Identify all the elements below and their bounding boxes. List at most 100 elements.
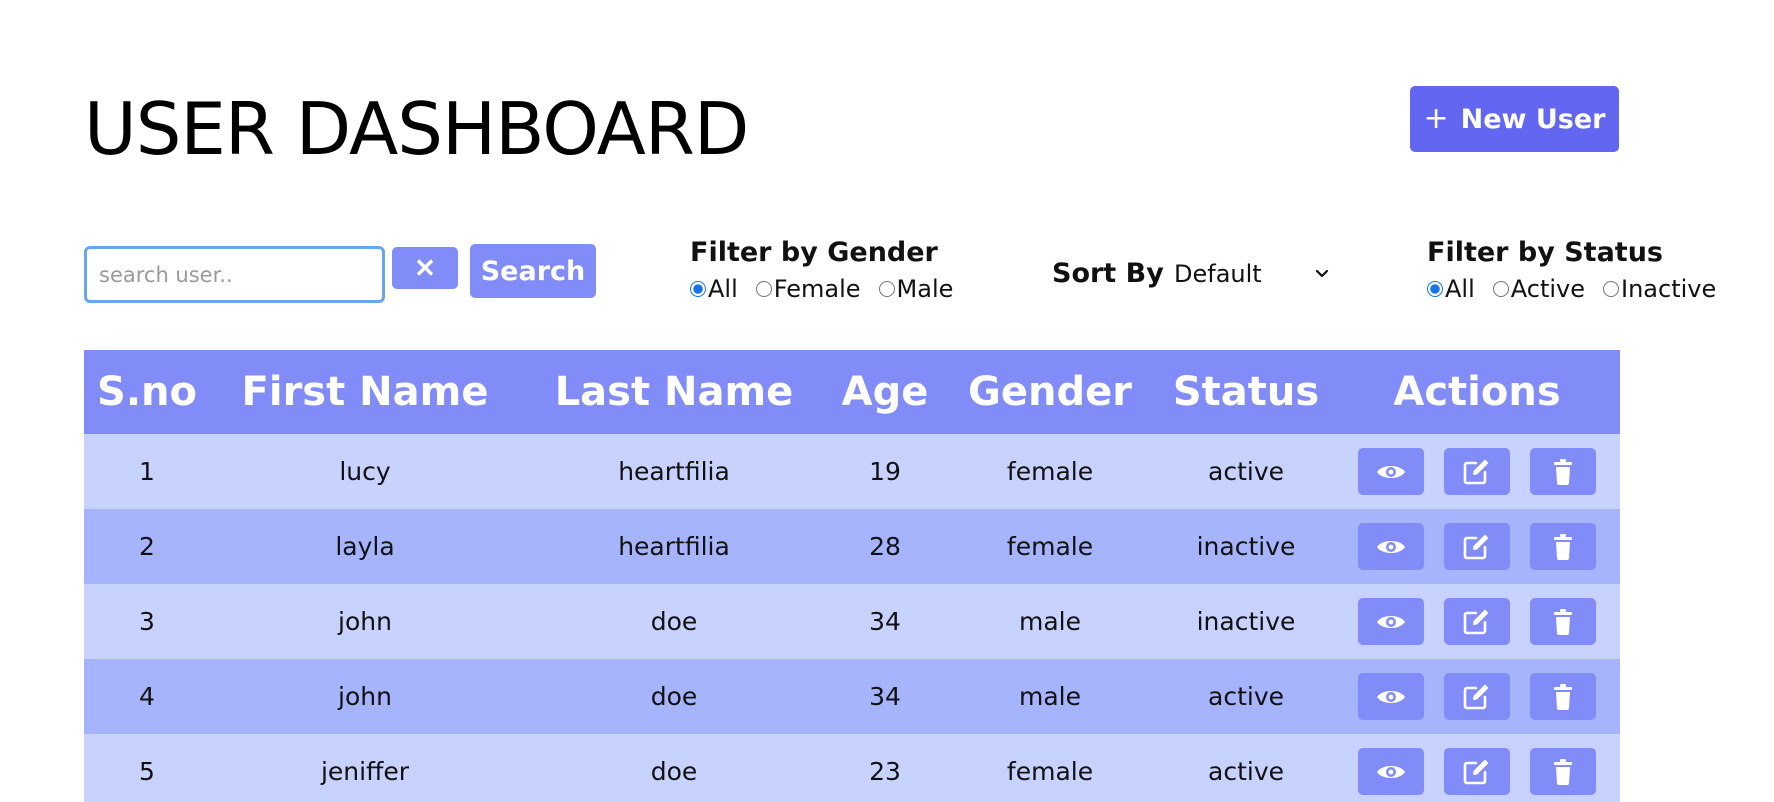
column-header-actions: Actions bbox=[1334, 350, 1620, 434]
view-button[interactable] bbox=[1358, 673, 1424, 720]
cell-gender: male bbox=[942, 659, 1158, 734]
view-button[interactable] bbox=[1358, 448, 1424, 495]
delete-button[interactable] bbox=[1530, 598, 1596, 645]
row-actions bbox=[1334, 434, 1620, 509]
edit-button[interactable] bbox=[1444, 448, 1510, 495]
gender-radio-all[interactable] bbox=[690, 281, 706, 297]
eye-icon bbox=[1377, 615, 1405, 628]
trash-icon bbox=[1554, 758, 1572, 785]
cell-age: 34 bbox=[828, 584, 942, 659]
edit-button[interactable] bbox=[1444, 673, 1510, 720]
sort-by-label: Sort By bbox=[1052, 258, 1164, 289]
edit-icon bbox=[1463, 459, 1489, 484]
eye-icon bbox=[1377, 765, 1405, 778]
delete-button[interactable] bbox=[1530, 523, 1596, 570]
column-header-gender: Gender bbox=[942, 350, 1158, 434]
edit-icon bbox=[1463, 684, 1489, 709]
status-radio-inactive[interactable] bbox=[1603, 281, 1620, 297]
cell-status: active bbox=[1158, 659, 1334, 734]
cell-last-name: heartfilia bbox=[520, 434, 828, 509]
status-filter: Filter by Status All Active Inactive bbox=[1427, 236, 1734, 304]
cell-first-name: john bbox=[210, 584, 520, 659]
delete-button[interactable] bbox=[1530, 673, 1596, 720]
status-radio-group: All Active Inactive bbox=[1427, 274, 1734, 304]
gender-radio-male[interactable] bbox=[878, 281, 895, 297]
gender-radio-group: All Female Male bbox=[690, 274, 971, 304]
eye-icon bbox=[1377, 465, 1405, 478]
cell-sno: 2 bbox=[84, 509, 210, 584]
cell-age: 34 bbox=[828, 659, 942, 734]
gender-filter: Filter by Gender All Female Male bbox=[690, 236, 971, 304]
gender-option-male[interactable]: Male bbox=[878, 274, 954, 304]
eye-icon bbox=[1377, 690, 1405, 703]
table-row: 2 layla heartfilia 28 female inactive bbox=[84, 509, 1620, 584]
column-header-last-name: Last Name bbox=[520, 350, 828, 434]
cell-age: 19 bbox=[828, 434, 942, 509]
delete-button[interactable] bbox=[1530, 748, 1596, 795]
gender-option-female[interactable]: Female bbox=[755, 274, 861, 304]
cell-actions bbox=[1334, 434, 1620, 509]
new-user-button[interactable]: + New User bbox=[1410, 86, 1619, 152]
cell-actions bbox=[1334, 509, 1620, 584]
edit-icon bbox=[1463, 609, 1489, 634]
eye-icon bbox=[1377, 540, 1405, 553]
table-row: 3 john doe 34 male inactive bbox=[84, 584, 1620, 659]
search-button[interactable]: Search bbox=[470, 244, 596, 298]
cell-sno: 3 bbox=[84, 584, 210, 659]
chevron-down-icon bbox=[1315, 269, 1329, 278]
row-actions bbox=[1334, 584, 1620, 659]
table-row: 5 jeniffer doe 23 female active bbox=[84, 734, 1620, 802]
trash-icon bbox=[1554, 533, 1572, 560]
edit-button[interactable] bbox=[1444, 598, 1510, 645]
cell-age: 28 bbox=[828, 509, 942, 584]
column-header-sno: S.no bbox=[84, 350, 210, 434]
plus-icon: + bbox=[1423, 101, 1449, 136]
column-header-first-name: First Name bbox=[210, 350, 520, 434]
gender-option-label: All bbox=[708, 275, 738, 303]
user-table: S.no First Name Last Name Age Gender Sta… bbox=[84, 350, 1620, 802]
sort-select[interactable]: Default bbox=[1170, 255, 1335, 293]
cell-age: 23 bbox=[828, 734, 942, 802]
cell-status: inactive bbox=[1158, 509, 1334, 584]
cell-first-name: layla bbox=[210, 509, 520, 584]
gender-radio-female[interactable] bbox=[755, 281, 772, 297]
cell-last-name: doe bbox=[520, 584, 828, 659]
page: USER DASHBOARD + New User ✕ Search Filte… bbox=[0, 0, 1774, 802]
table-row: 4 john doe 34 male active bbox=[84, 659, 1620, 734]
status-option-inactive[interactable]: Inactive bbox=[1603, 274, 1716, 304]
cell-first-name: lucy bbox=[210, 434, 520, 509]
table-row: 1 lucy heartfilia 19 female active bbox=[84, 434, 1620, 509]
sort-select-value: Default bbox=[1174, 260, 1262, 288]
cell-last-name: heartfilia bbox=[520, 509, 828, 584]
gender-filter-title: Filter by Gender bbox=[690, 237, 938, 268]
cell-status: inactive bbox=[1158, 584, 1334, 659]
status-radio-active[interactable] bbox=[1492, 281, 1509, 297]
cell-status: active bbox=[1158, 734, 1334, 802]
edit-button[interactable] bbox=[1444, 748, 1510, 795]
view-button[interactable] bbox=[1358, 523, 1424, 570]
status-option-label: Active bbox=[1510, 275, 1586, 303]
trash-icon bbox=[1554, 683, 1572, 710]
status-option-all[interactable]: All bbox=[1427, 274, 1475, 304]
delete-button[interactable] bbox=[1530, 448, 1596, 495]
search-input[interactable] bbox=[84, 246, 385, 303]
status-filter-title: Filter by Status bbox=[1427, 237, 1663, 268]
edit-button[interactable] bbox=[1444, 523, 1510, 570]
cell-status: active bbox=[1158, 434, 1334, 509]
status-option-label: Inactive bbox=[1621, 275, 1717, 303]
gender-option-all[interactable]: All bbox=[690, 274, 738, 304]
cell-gender: female bbox=[942, 434, 1158, 509]
gender-option-label: Male bbox=[896, 275, 954, 303]
edit-icon bbox=[1463, 534, 1489, 559]
status-radio-all[interactable] bbox=[1427, 281, 1443, 297]
status-option-active[interactable]: Active bbox=[1492, 274, 1586, 304]
cell-sno: 5 bbox=[84, 734, 210, 802]
cell-last-name: doe bbox=[520, 659, 828, 734]
cell-gender: male bbox=[942, 584, 1158, 659]
clear-search-button[interactable]: ✕ bbox=[392, 247, 458, 289]
column-header-age: Age bbox=[828, 350, 942, 434]
view-button[interactable] bbox=[1358, 748, 1424, 795]
cell-gender: female bbox=[942, 734, 1158, 802]
column-header-status: Status bbox=[1158, 350, 1334, 434]
view-button[interactable] bbox=[1358, 598, 1424, 645]
